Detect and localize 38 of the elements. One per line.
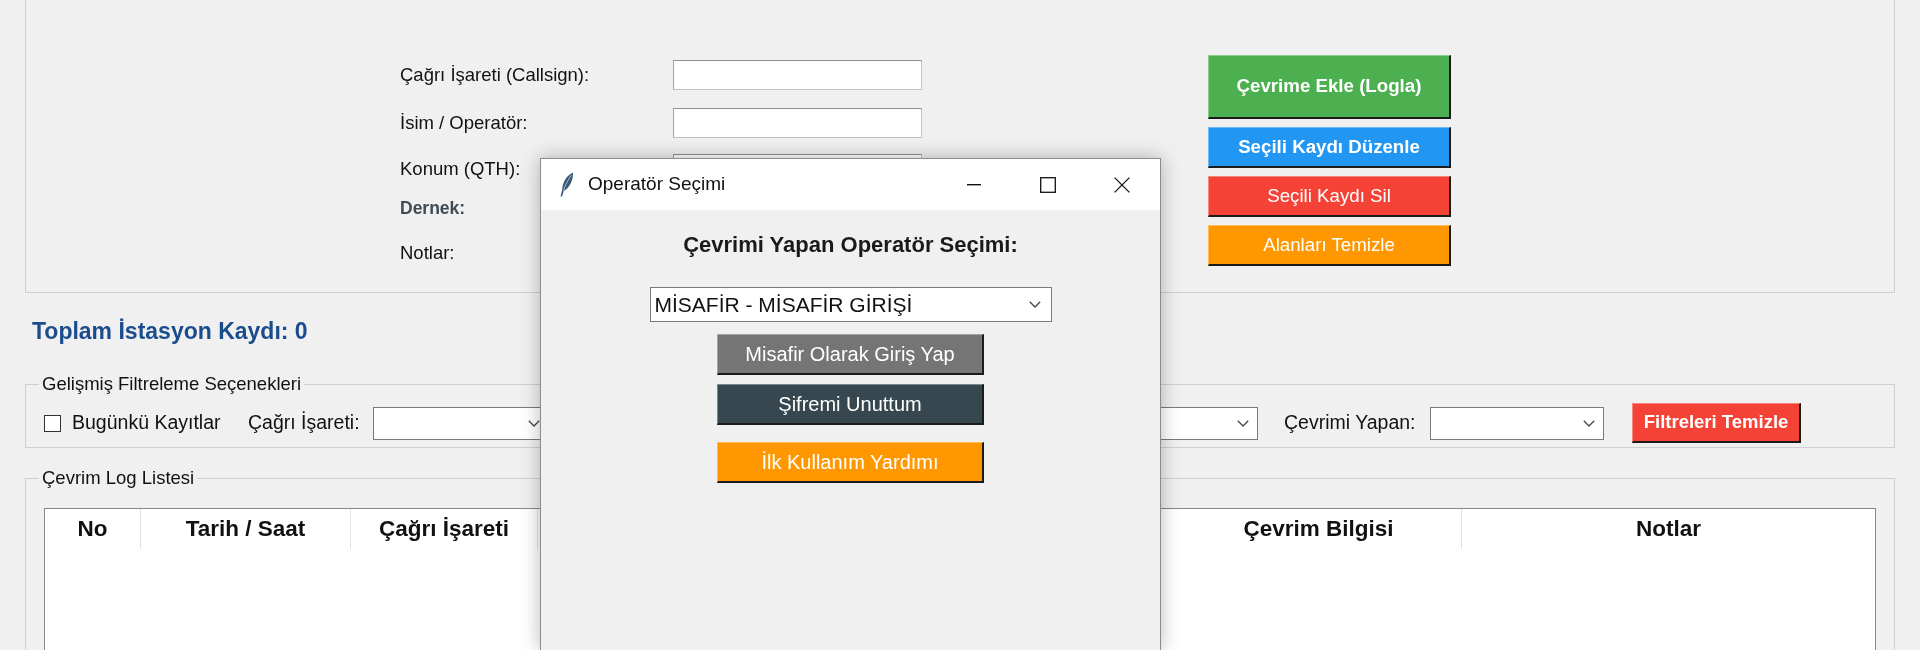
panel-title: Çevrim Log Listesi [41,467,196,489]
action-button[interactable]: Seçili Kaydı Sil [1208,176,1451,217]
close-icon [1114,176,1130,193]
chevron-down-icon [528,419,540,427]
today-checkbox[interactable]: Bugünkü Kayıtlar [44,408,221,438]
chevron-down-icon [1583,419,1595,427]
column-header: No [45,509,141,549]
minimize-icon [967,183,981,186]
maximize-icon [1040,176,1056,193]
action-button[interactable]: Seçili Kaydı Düzenle [1208,127,1451,168]
action-button[interactable]: Alanları Temizle [1208,225,1451,266]
clear-filters-button[interactable]: Filtreleri Temizle [1632,403,1801,443]
column-header: Tarih / Saat [141,509,351,549]
chevron-down-icon [1028,301,1041,308]
field-label: Notlar: [400,242,455,264]
field-label: İsim / Operatör: [400,112,528,134]
window-title: Operatör Seçimi [588,172,726,197]
filter-label: Çağrı İşareti: [248,410,360,436]
field-label: Dernek: [400,197,466,219]
filter-label: Çevrimi Yapan: [1284,410,1416,436]
chevron-down-icon [1237,419,1249,427]
dialog-button[interactable]: Şifremi Unuttum [717,384,984,425]
field-label: Çağrı İşareti (Callsign): [400,64,590,86]
dialog-button[interactable]: İlk Kullanım Yardımı [717,442,984,483]
input-field[interactable] [673,108,922,138]
record-count-label: Toplam İstasyon Kaydı: 0 [32,319,308,343]
dialog-button[interactable]: Misafir Olarak Giriş Yap [717,334,984,375]
action-button[interactable]: Çevrime Ekle (Logla) [1208,55,1451,119]
feather-icon [559,172,574,197]
input-field[interactable] [673,60,922,90]
field-label: Konum (QTH): [400,158,521,180]
column-header: Çevrim Bilgisi [1176,509,1462,549]
dropdown-field[interactable] [1430,406,1604,440]
column-header: Çağrı İşareti [351,509,538,549]
dialog-heading: Çevrimi Yapan Operatör Seçimi: [683,233,1018,257]
column-header: Notlar [1635,515,1702,544]
panel-title: Gelişmiş Filtreleme Seçenekleri [41,373,303,395]
operator-dropdown[interactable]: MİSAFİR - MİSAFİR GİRİŞİ [649,287,1052,322]
